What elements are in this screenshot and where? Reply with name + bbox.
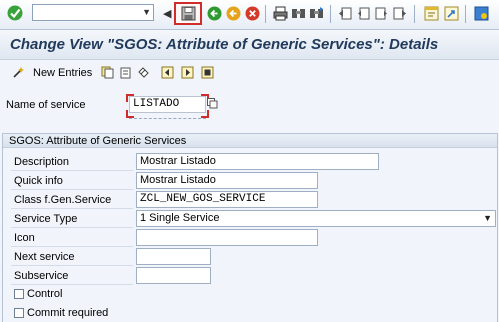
find-icon[interactable] <box>291 6 306 21</box>
title-bar: Change View "SGOS: Attribute of Generic … <box>0 30 499 60</box>
new-session-icon[interactable] <box>424 6 439 21</box>
row-separator <box>11 227 133 228</box>
find-next-icon[interactable] <box>309 6 324 21</box>
control-label: Control <box>27 288 63 300</box>
next-page-icon[interactable] <box>374 6 389 21</box>
focus-marker <box>126 94 134 102</box>
description-field[interactable]: Mostrar Listado <box>136 153 379 170</box>
delete-icon[interactable] <box>119 66 132 79</box>
save-icon <box>181 6 195 21</box>
row-separator <box>11 208 133 209</box>
undo-change-icon[interactable] <box>137 66 150 79</box>
chevron-down-icon[interactable]: ▼ <box>142 7 151 17</box>
next-entry-icon[interactable] <box>181 66 194 79</box>
subservice-field[interactable] <box>136 267 211 284</box>
control-checkbox[interactable] <box>14 289 24 299</box>
copy-as-icon[interactable] <box>101 66 114 79</box>
row-separator <box>11 246 133 247</box>
toolbar-separator <box>330 5 331 23</box>
service-type-label: Service Type <box>14 213 78 225</box>
commit-required-label: Commit required <box>27 307 109 319</box>
service-type-value: 1 Single Service <box>140 212 220 224</box>
new-entries-button[interactable]: New Entries <box>12 66 92 79</box>
command-field[interactable]: ▼ <box>32 4 154 21</box>
toolbar-separator <box>265 5 266 23</box>
group-title: SGOS: Attribute of Generic Services <box>9 135 187 147</box>
select-all-icon[interactable] <box>201 66 214 79</box>
last-page-icon[interactable] <box>392 6 407 21</box>
previous-page-icon[interactable] <box>356 6 371 21</box>
group-header: SGOS: Attribute of Generic Services <box>3 134 497 148</box>
row-separator <box>11 284 133 285</box>
print-icon[interactable] <box>273 6 288 21</box>
icon-field[interactable] <box>136 229 318 246</box>
cancel-icon[interactable] <box>245 6 260 21</box>
new-entries-label: New Entries <box>33 66 93 79</box>
next-service-field[interactable] <box>136 248 211 265</box>
value-help-icon[interactable] <box>207 98 218 109</box>
generic-services-group: SGOS: Attribute of Generic Services Desc… <box>2 133 498 322</box>
service-type-dropdown[interactable]: 1 Single Service ▼ <box>136 210 496 227</box>
commit-required-checkbox[interactable] <box>14 308 24 318</box>
enter-check-icon[interactable] <box>7 5 23 21</box>
description-label: Description <box>14 156 70 168</box>
help-icon[interactable] <box>474 6 489 21</box>
toolbar-separator <box>414 5 415 23</box>
previous-entry-icon[interactable] <box>161 66 174 79</box>
shortcut-icon[interactable] <box>444 6 459 21</box>
system-toolbar: ▼ ◀ <box>0 0 499 30</box>
row-separator <box>11 170 133 171</box>
application-toolbar: New Entries <box>0 60 499 86</box>
service-name-field[interactable]: LISTADO <box>129 96 206 113</box>
divider <box>129 118 206 119</box>
quick-info-label: Quick info <box>14 175 63 187</box>
service-name-label: Name of service <box>6 99 86 111</box>
toolbar-separator <box>465 5 466 23</box>
row-separator <box>11 189 133 190</box>
back-icon[interactable] <box>207 6 222 21</box>
page-title: Change View "SGOS: Attribute of Generic … <box>10 36 439 53</box>
chevron-down-icon[interactable]: ▼ <box>483 213 492 223</box>
first-page-icon[interactable] <box>338 6 353 21</box>
focus-marker <box>201 110 209 118</box>
class-label: Class f.Gen.Service <box>14 194 112 206</box>
class-field[interactable]: ZCL_NEW_GOS_SERVICE <box>136 191 318 208</box>
save-button[interactable] <box>174 2 202 25</box>
quick-info-field[interactable]: Mostrar Listado <box>136 172 318 189</box>
exit-icon[interactable] <box>226 6 241 21</box>
next-service-label: Next service <box>14 251 75 263</box>
collapse-arrow-icon[interactable]: ◀ <box>163 7 171 20</box>
subservice-label: Subservice <box>14 270 69 282</box>
row-separator <box>11 265 133 266</box>
focus-marker <box>126 110 134 118</box>
new-entries-icon <box>13 67 24 78</box>
icon-label: Icon <box>14 232 35 244</box>
